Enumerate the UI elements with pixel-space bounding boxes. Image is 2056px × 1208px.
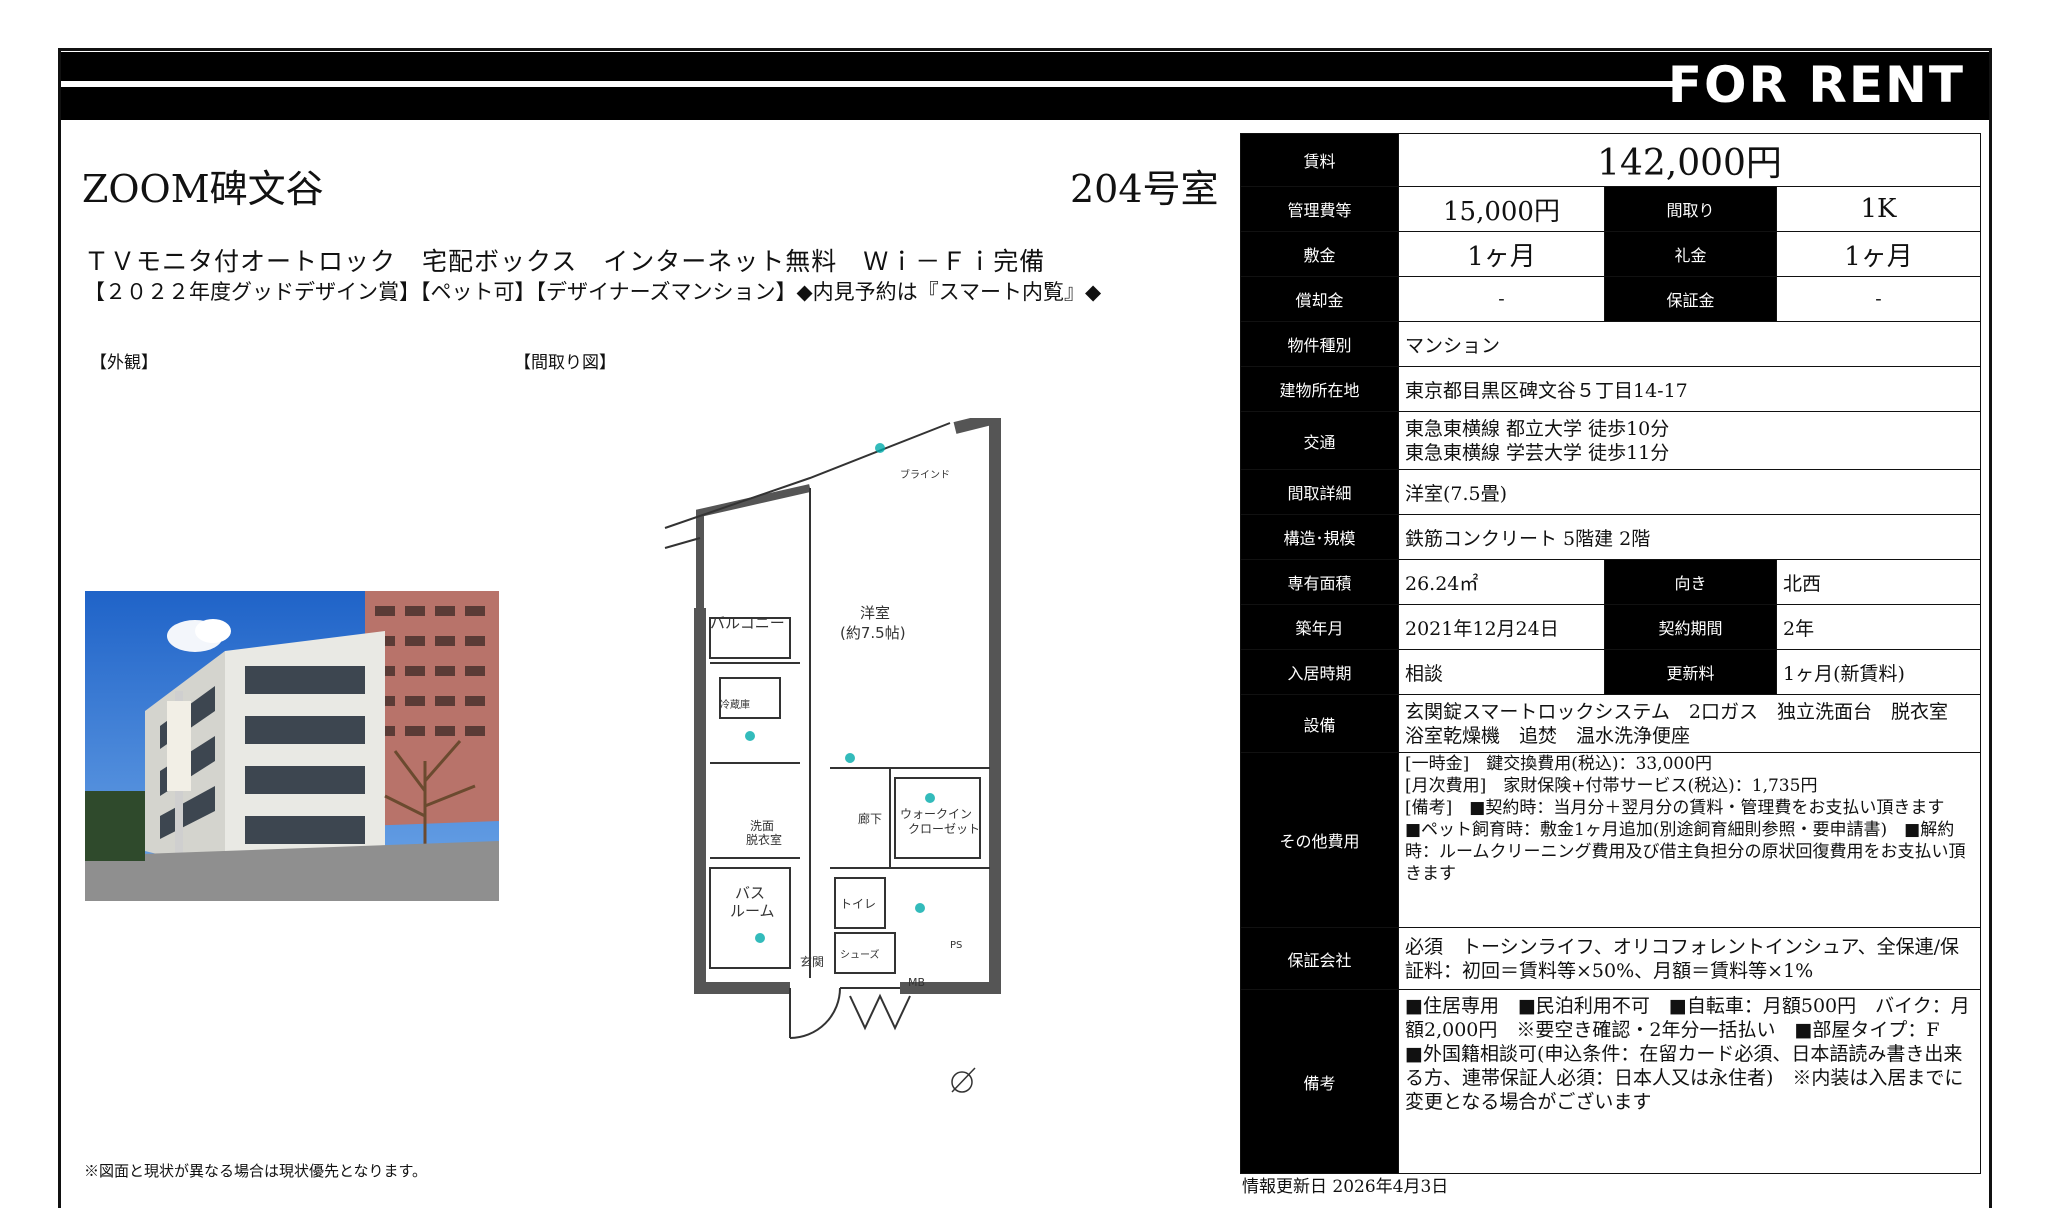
built-value: 2021年12月24日 <box>1398 604 1605 650</box>
type-value: マンション <box>1397 321 1982 367</box>
mgmt-value: 15,000円 <box>1398 186 1605 232</box>
building-name: ZOOM碑文谷 <box>82 167 324 211</box>
facilities-label: 設備 <box>1240 694 1399 753</box>
fp-blind: ブラインド <box>900 468 950 481</box>
other-cost-3: [備考] ■契約時：当月分＋翌月分の賃料・管理費をお支払い頂きます ■ペット飼育… <box>1405 798 1966 884</box>
transit-line-2: 東急東横線 学芸大学 徒歩11分 <box>1405 441 1670 464</box>
fp-corridor: 廊下 <box>858 811 882 826</box>
for-rent-banner: FOR RENT <box>61 52 1989 120</box>
rent-label: 賃料 <box>1240 133 1399 187</box>
facilities-value: 玄関錠スマートロックシステム 2口ガス 独立洗面台 脱衣室 浴室乾燥機 追焚 温… <box>1397 694 1982 753</box>
room-detail-label: 間取詳細 <box>1240 469 1399 515</box>
type-label: 物件種別 <box>1240 321 1399 367</box>
amortization-value: - <box>1398 276 1605 322</box>
amortization-label: 償却金 <box>1240 276 1399 322</box>
layout-label: 間取り <box>1604 186 1777 232</box>
address-label: 建物所在地 <box>1240 366 1399 412</box>
deposit-label: 敷金 <box>1240 231 1399 277</box>
key-money-label: 礼金 <box>1604 231 1777 277</box>
fp-walkin: ウォークイン <box>900 807 972 821</box>
guarantor-label: 保証会社 <box>1240 927 1399 990</box>
key-money-value: 1ヶ月 <box>1775 231 1982 277</box>
mgmt-label: 管理費等 <box>1240 186 1399 232</box>
fp-shoebox: シューズ <box>840 948 880 961</box>
fp-washroom2: 脱衣室 <box>746 832 782 847</box>
fp-bath2: ルーム <box>730 902 775 920</box>
remarks-value: ■住居専用 ■民泊利用不可 ■自転車：月額500円 バイク：月額2,000円 ※… <box>1397 989 1982 1174</box>
contract-label: 契約期間 <box>1604 604 1777 650</box>
direction-value: 北西 <box>1775 559 1982 605</box>
movein-label: 入居時期 <box>1240 649 1399 695</box>
for-rent-label: FOR RENT <box>1667 56 1965 114</box>
guarantee-deposit-value: - <box>1775 276 1982 322</box>
movein-value: 相談 <box>1398 649 1605 695</box>
catchphrase-2: 【２０２２年度グッドデザイン賞】【ペット可】【デザイナーズマンション】◆内見予約… <box>84 280 1102 304</box>
area-label: 専有面積 <box>1240 559 1399 605</box>
fp-toilet: トイレ <box>840 897 876 911</box>
deposit-value: 1ヶ月 <box>1398 231 1605 277</box>
transit-line-1: 東急東横線 都立大学 徒歩10分 <box>1405 417 1670 440</box>
spec-table: 賃料 142,000円 管理費等 15,000円 間取り 1K 敷金 1ヶ月 礼… <box>1240 133 1982 1174</box>
structure-label: 構造･規模 <box>1240 514 1399 560</box>
area-value: 26.24㎡ <box>1398 559 1605 605</box>
exterior-label: 【外観】 <box>90 353 158 373</box>
renewal-label: 更新料 <box>1604 649 1777 695</box>
other-cost-1: [一時金] 鍵交換費用(税込)：33,000円 <box>1405 754 1713 774</box>
structure-value: 鉄筋コンクリート 5階建 2階 <box>1397 514 1982 560</box>
layout-value: 1K <box>1775 186 1982 232</box>
fp-room-size: (約7.5帖) <box>840 624 906 642</box>
floorplan-label: 【間取り図】 <box>514 353 616 373</box>
fp-washroom: 洗面 <box>750 819 774 833</box>
room-number: 204号室 <box>1070 167 1219 211</box>
other-cost-2: [月次費用] 家財保険+付帯サービス(税込)：1,735円 <box>1405 776 1818 796</box>
built-label: 築年月 <box>1240 604 1399 650</box>
fp-ps: PS <box>950 940 962 951</box>
updated-date: 情報更新日 2026年4月3日 <box>1242 1177 1449 1197</box>
disclaimer-note: ※図面と現状が異なる場合は現状優先となります。 <box>84 1162 428 1180</box>
other-costs-label: その他費用 <box>1240 752 1399 928</box>
transit-label: 交通 <box>1240 411 1399 470</box>
guarantor-value: 必須 トーシンライフ、オリコフォレントインシュア、全保連/保証料：初回＝賃料等×… <box>1397 927 1982 990</box>
fp-fridge: 冷蔵庫 <box>720 698 750 711</box>
address-value: 東京都目黒区碑文谷５丁目14-17 <box>1397 366 1982 412</box>
fp-entrance: 玄関 <box>800 954 824 969</box>
remarks-label: 備考 <box>1240 989 1399 1174</box>
guarantee-deposit-label: 保証金 <box>1604 276 1777 322</box>
catchphrase-1: ＴＶモニタ付オートロック 宅配ボックス インターネット無料 Ｗｉ－Ｆｉ完備 <box>84 247 1046 276</box>
fp-room: 洋室 <box>860 604 890 622</box>
renewal-value: 1ヶ月(新賃料) <box>1775 649 1982 695</box>
banner-stripe <box>61 81 1681 87</box>
compass-icon <box>951 1067 976 1093</box>
contract-value: 2年 <box>1775 604 1982 650</box>
floorplan-drawing: バルコニー 洋室 (約7.5帖) ウォークイン クローゼット バス ルーム 洗面… <box>650 410 1040 1098</box>
fp-balcony: バルコニー <box>710 614 785 632</box>
exterior-photo <box>85 591 499 901</box>
direction-label: 向き <box>1604 559 1777 605</box>
fp-bath: バス <box>735 884 765 902</box>
fp-mb: MB <box>908 976 925 989</box>
rent-value: 142,000円 <box>1397 133 1982 187</box>
room-detail-value: 洋室(7.5畳) <box>1397 469 1982 515</box>
fp-closet: クローゼット <box>908 822 980 836</box>
